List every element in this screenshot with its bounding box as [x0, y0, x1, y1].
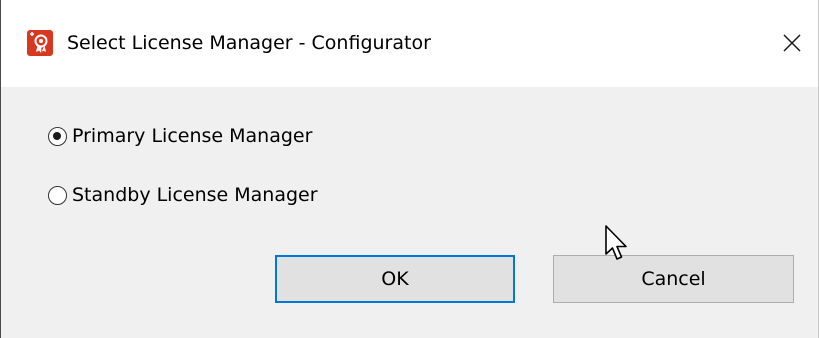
- dialog-window: Select License Manager - Configurator Pr…: [0, 0, 819, 338]
- radio-button-unchecked[interactable]: [48, 185, 67, 205]
- radio-standby-license-manager[interactable]: Standby License Manager: [48, 183, 318, 207]
- close-icon: [783, 34, 801, 52]
- close-button[interactable]: [766, 17, 818, 69]
- title-bar[interactable]: Select License Manager - Configurator: [1, 0, 818, 87]
- radio-primary-license-manager[interactable]: Primary License Manager: [48, 124, 312, 148]
- radio-label-primary: Primary License Manager: [72, 125, 313, 147]
- license-manager-app-icon: [27, 30, 53, 56]
- ok-button[interactable]: OK: [275, 255, 515, 303]
- radio-button-checked[interactable]: [48, 126, 67, 146]
- window-title: Select License Manager - Configurator: [67, 32, 431, 54]
- radio-label-standby: Standby License Manager: [72, 184, 318, 206]
- mouse-pointer-icon: [605, 225, 627, 260]
- cancel-button[interactable]: Cancel: [553, 255, 794, 303]
